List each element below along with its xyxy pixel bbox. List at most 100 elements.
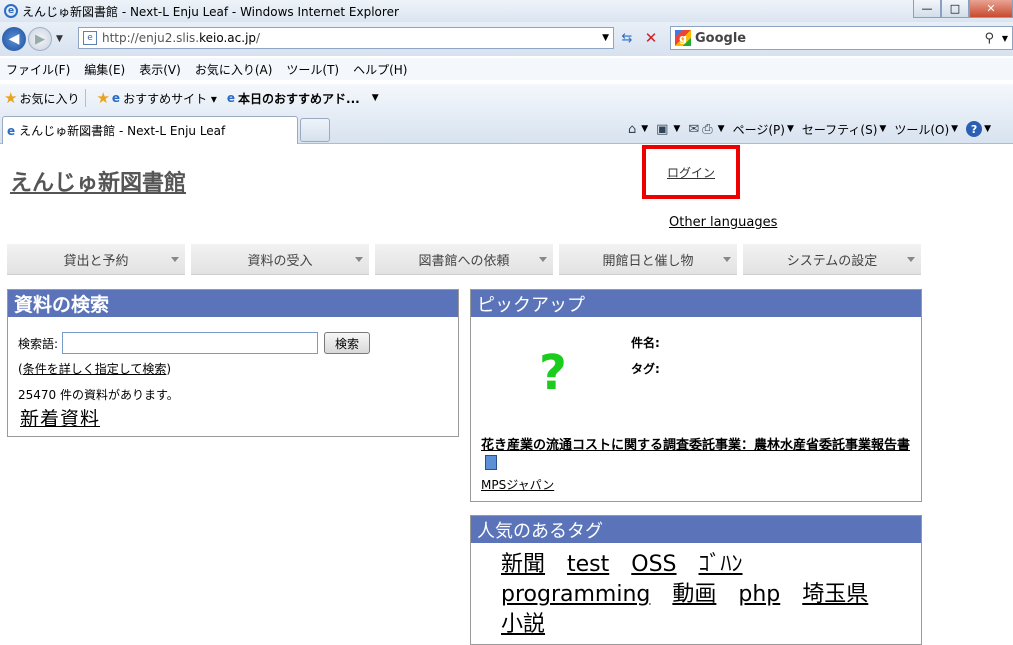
nav-acquisition[interactable]: 資料の受入	[191, 244, 369, 275]
new-tab-button[interactable]	[300, 118, 330, 142]
window-title: えんじゅ新図書館 - Next-L Enju Leaf - Windows In…	[22, 4, 399, 19]
menu-file[interactable]: ファイル(F)	[6, 61, 70, 78]
tag-link[interactable]: OSS	[631, 550, 676, 580]
publisher-link[interactable]: MPSジャパン	[481, 476, 554, 493]
nav-label: 図書館への依頼	[418, 253, 510, 269]
search-input[interactable]	[62, 332, 319, 354]
search-icon[interactable]: ⚲	[984, 31, 994, 46]
site-title-link[interactable]: えんじゅ新図書館	[10, 165, 186, 197]
feeds-icon[interactable]: ▣	[656, 122, 668, 137]
page-menu[interactable]: ページ(P)	[733, 121, 785, 138]
tag-link[interactable]: 動画	[672, 580, 716, 610]
tools-menu[interactable]: ツール(O)	[894, 121, 949, 138]
new-arrivals-link[interactable]: 新着資料	[20, 404, 100, 431]
chevron-down-icon[interactable]: ▼	[718, 124, 725, 134]
menu-help[interactable]: ヘルプ(H)	[353, 61, 407, 78]
ie-logo-icon: e	[4, 4, 18, 18]
mail-icon[interactable]: ✉	[688, 122, 699, 137]
tag-link[interactable]: ｺﾞﾊﾝ	[699, 550, 743, 580]
address-toolbar: ◀ ▶ ▼ e http://enju2.slis.keio.ac.jp/ ▼ …	[0, 22, 1013, 56]
pickup-heading: ピックアップ	[471, 290, 921, 317]
chevron-down-icon[interactable]: ▼	[372, 93, 379, 103]
address-dropdown-icon[interactable]: ▼	[602, 33, 609, 43]
forward-button[interactable]: ▶	[28, 27, 52, 51]
tab-current[interactable]: e えんじゅ新図書館 - Next-L Enju Leaf	[2, 116, 298, 144]
tag-link[interactable]: test	[567, 550, 609, 580]
favorites-bar: ★ お気に入り ★ e おすすめサイト ▾ e 本日のおすすめアド... ▼	[0, 84, 1013, 112]
minimize-button[interactable]: —	[913, 0, 941, 18]
tag-link[interactable]: php	[738, 580, 780, 610]
login-highlight: ログイン	[642, 145, 740, 199]
chevron-down-icon[interactable]: ▼	[984, 124, 991, 134]
nav-circulation[interactable]: 貸出と予約	[7, 244, 185, 275]
nav-events[interactable]: 開館日と催し物	[559, 244, 737, 275]
pickup-book-title[interactable]: 花き産業の流通コストに関する調査委託事業：農林水産省委託事業報告書	[481, 436, 911, 474]
maximize-button[interactable]: □	[941, 0, 969, 18]
no-image-question-icon: ?	[539, 345, 567, 401]
chevron-down-icon	[539, 257, 547, 262]
menu-edit[interactable]: 編集(E)	[84, 61, 125, 78]
help-icon[interactable]: ?	[966, 121, 983, 137]
nav-system-settings[interactable]: システムの設定	[743, 244, 921, 275]
back-button[interactable]: ◀	[2, 27, 26, 51]
menu-bar: ファイル(F) 編集(E) 表示(V) お気に入り(A) ツール(T) ヘルプ(…	[0, 58, 1013, 80]
favorites-star-icon: ★	[4, 89, 18, 107]
menu-favorites[interactable]: お気に入り(A)	[195, 61, 273, 78]
divider	[85, 89, 87, 107]
subject-label: 件名:	[631, 336, 660, 350]
menu-view[interactable]: 表示(V)	[139, 61, 181, 78]
search-button[interactable]: 検索	[324, 332, 371, 354]
chevron-down-icon[interactable]: ▼	[673, 124, 680, 134]
advanced-search: (条件を詳しく指定して検索)	[18, 360, 171, 377]
tag-link[interactable]: programming	[501, 580, 650, 610]
ie-page-icon: e	[111, 91, 121, 105]
close-button[interactable]: ✕	[969, 0, 1013, 18]
stop-icon[interactable]: ✕	[640, 27, 662, 49]
home-icon[interactable]: ⌂	[628, 122, 636, 137]
chevron-down-icon[interactable]: ▼	[641, 124, 648, 134]
record-count: 25470 件の資料があります。	[18, 388, 179, 402]
fav-item-suggested-sites[interactable]: e おすすめサイト ▾	[112, 90, 217, 107]
tag-link[interactable]: 埼玉県	[802, 580, 868, 610]
chevron-down-icon[interactable]: ▼	[879, 124, 886, 134]
search-panel: 資料の検索 検索語: 検索 (条件を詳しく指定して検索) 25470 件の資料が…	[7, 289, 459, 437]
nav-label: システムの設定	[786, 253, 878, 269]
nav-label: 資料の受入	[247, 253, 313, 269]
chevron-down-icon	[723, 257, 731, 262]
book-title-text: 花き産業の流通コストに関する調査委託事業：農林水産省委託事業報告書	[481, 438, 911, 453]
fav-item-label: 本日のおすすめアド...	[238, 91, 360, 106]
chevron-down-icon	[355, 257, 363, 262]
nav-requests[interactable]: 図書館への依頼	[375, 244, 553, 275]
history-dropdown-icon[interactable]: ▼	[56, 34, 63, 44]
favorites-button[interactable]: お気に入り	[19, 90, 79, 107]
chevron-down-icon	[907, 257, 915, 262]
window-titlebar: e えんじゅ新図書館 - Next-L Enju Leaf - Windows …	[0, 0, 1013, 22]
login-link[interactable]: ログイン	[667, 164, 715, 181]
add-favorite-icon[interactable]: ★	[96, 89, 109, 107]
address-url: http://enju2.slis.keio.ac.jp/	[102, 31, 261, 45]
nav-label: 貸出と予約	[63, 253, 129, 269]
advanced-search-link[interactable]: 条件を詳しく指定して検索	[23, 362, 167, 376]
chevron-down-icon[interactable]: ▼	[951, 124, 958, 134]
fav-item-addons[interactable]: e 本日のおすすめアド... ▼	[227, 90, 379, 107]
nav-label: 開館日と催し物	[602, 253, 694, 269]
search-panel-heading: 資料の検索	[8, 290, 458, 317]
other-languages-link[interactable]: Other languages	[669, 215, 777, 230]
tag-link[interactable]: 小説	[501, 610, 545, 640]
book-icon	[485, 455, 497, 470]
menu-tools[interactable]: ツール(T)	[286, 61, 339, 78]
tag-link[interactable]: 新聞	[501, 550, 545, 580]
refresh-icon[interactable]: ⇆	[616, 27, 638, 49]
popular-tags-panel: 人気のあるタグ 新聞 test OSS ｺﾞﾊﾝ programming 動画 php 埼玉県…	[470, 515, 922, 645]
ie-page-icon: e	[226, 91, 236, 105]
search-form: 検索語: 検索	[18, 332, 371, 354]
window-controls: — □ ✕	[913, 0, 1013, 18]
print-icon[interactable]: ⎙	[702, 122, 712, 137]
chevron-down-icon	[171, 257, 179, 262]
chevron-down-icon[interactable]: ▼	[787, 124, 794, 134]
search-box[interactable]: g Google ⚲ ▼	[670, 26, 1013, 50]
address-bar[interactable]: e http://enju2.slis.keio.ac.jp/ ▼	[78, 27, 614, 49]
paren-close: )	[166, 362, 172, 376]
safety-menu[interactable]: セーフティ(S)	[802, 121, 878, 138]
search-dropdown-icon[interactable]: ▼	[1002, 34, 1008, 43]
